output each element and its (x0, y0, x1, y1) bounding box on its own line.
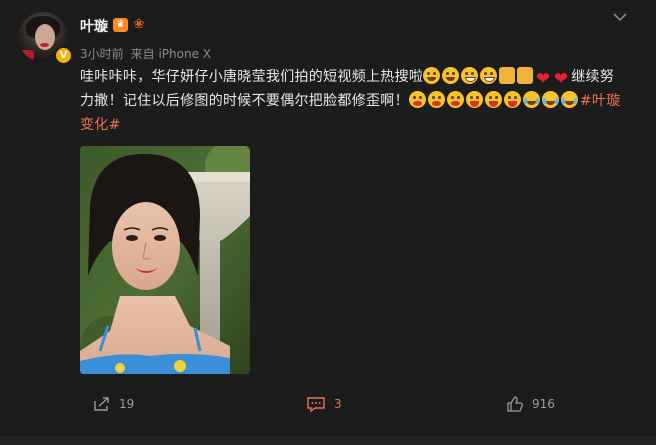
post-text-line2: 力撒！记住以后修图的时候不要偶尔把脸都修歪啊！ (80, 93, 409, 109)
hashtag-part2[interactable]: 变化# (80, 117, 121, 133)
next-post-edge (0, 436, 656, 445)
beer-emoji-icon (517, 67, 534, 84)
avatar-accent (20, 50, 34, 60)
chevron-down-icon[interactable] (612, 10, 628, 24)
action-bar: 19 3 916 (0, 390, 656, 418)
like-count: 916 (532, 397, 555, 411)
post-text: 哇咔咔咔，华仔妍仔小唐晓莹我们拍的短视频上热搜啦 ❤ ❤ 继续努 力撒！记住以后修图的… (80, 65, 636, 137)
hashtag-part1[interactable]: #叶璇 (580, 93, 621, 109)
thumbs-up-icon (507, 395, 523, 412)
laugh-emoji-icon (465, 91, 483, 108)
comment-icon (307, 396, 325, 412)
post-time[interactable]: 3小时前 (80, 47, 124, 61)
grin-emoji-icon (461, 67, 479, 84)
heart-emoji-icon: ❤ (535, 69, 551, 89)
share-icon (94, 397, 109, 411)
smile-emoji-icon (423, 67, 441, 84)
author-name[interactable]: 叶璇 (80, 16, 108, 36)
cry-emoji-icon (408, 91, 426, 108)
laugh-tears-emoji-icon (541, 91, 559, 108)
laugh-tears-emoji-icon (560, 91, 578, 108)
laugh-tears-emoji-icon (522, 91, 540, 108)
share-count: 19 (119, 397, 135, 411)
avatar-lips (40, 43, 49, 47)
post-text-line1: 哇咔咔咔，华仔妍仔小唐晓莹我们拍的短视频上热搜啦 (80, 69, 424, 85)
post-source: 来自 iPhone X (130, 47, 211, 61)
comment-button[interactable]: 3 (306, 393, 342, 415)
crown-badge-icon[interactable]: ♛ (113, 18, 128, 32)
cry-emoji-icon (427, 91, 445, 108)
weibo-post: V 叶璇 ♛ ❀ 3小时前 来自 iPhone X 哇咔咔咔，华仔妍仔小唐晓莹我们… (0, 0, 656, 445)
emoji-row-2 (408, 91, 580, 109)
smile-emoji-icon (442, 67, 460, 84)
share-button[interactable]: 19 (93, 393, 134, 415)
selfie-photo (80, 146, 250, 374)
comment-count: 3 (334, 397, 342, 411)
laugh-emoji-icon (503, 91, 521, 108)
heart-emoji-icon: ❤ (553, 69, 569, 89)
grin-emoji-icon (480, 67, 498, 84)
verified-v-icon: V (54, 46, 73, 65)
post-meta: 3小时前 来自 iPhone X (80, 45, 211, 62)
laugh-emoji-icon (484, 91, 502, 108)
post-photo[interactable] (80, 146, 250, 374)
cry-emoji-icon (446, 91, 464, 108)
emoji-row-1: ❤ ❤ (423, 67, 571, 89)
flower-badge-icon[interactable]: ❀ (132, 17, 146, 33)
post-text-line1-tail: 继续努 (571, 69, 615, 85)
beer-emoji-icon (499, 67, 516, 84)
like-button[interactable]: 916 (506, 393, 555, 415)
